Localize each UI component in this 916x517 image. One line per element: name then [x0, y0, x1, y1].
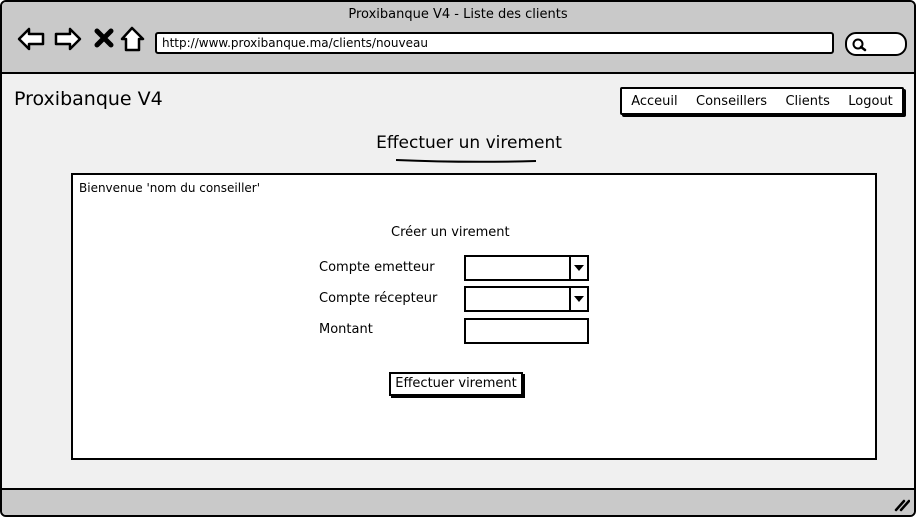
status-bar [2, 488, 914, 515]
compte-recepteur-select[interactable] [464, 286, 589, 312]
close-icon[interactable] [90, 24, 120, 54]
compte-emetteur-select[interactable] [464, 255, 589, 281]
transfer-panel: Bienvenue 'nom du conseiller' Créer un v… [71, 173, 877, 460]
search-icon [852, 38, 867, 52]
form-title: Créer un virement [391, 225, 510, 240]
label-compte-emetteur: Compte emetteur [319, 260, 435, 275]
url-bar[interactable]: http://www.proxibanque.ma/clients/nouvea… [155, 32, 834, 54]
browser-window: Proxibanque V4 - Liste des clients http:… [0, 0, 916, 517]
app-brand: Proxibanque V4 [14, 88, 163, 110]
page-title: Effectuer un virement [376, 133, 562, 153]
window-title: Proxibanque V4 - Liste des clients [348, 7, 568, 22]
main-nav: Acceuil Conseillers Clients Logout [620, 87, 904, 115]
title-underline [395, 159, 537, 163]
chevron-down-icon[interactable] [569, 288, 587, 310]
nav-item-clients[interactable]: Clients [783, 94, 831, 109]
montant-input[interactable] [464, 318, 589, 344]
welcome-text: Bienvenue 'nom du conseiller' [79, 181, 261, 195]
forward-arrow-icon[interactable] [53, 24, 83, 54]
browser-toolbar: Proxibanque V4 - Liste des clients http:… [2, 2, 914, 74]
nav-item-logout[interactable]: Logout [846, 94, 895, 109]
browser-search-field[interactable] [845, 32, 907, 56]
nav-item-conseillers[interactable]: Conseillers [694, 94, 769, 109]
label-compte-recepteur: Compte récepteur [319, 291, 438, 306]
label-montant: Montant [319, 322, 373, 337]
chevron-down-icon[interactable] [569, 257, 587, 279]
submit-transfer-button[interactable]: Effectuer virement [389, 372, 523, 396]
resize-grip-icon[interactable] [894, 498, 910, 512]
home-icon[interactable] [118, 24, 148, 54]
back-arrow-icon[interactable] [16, 24, 46, 54]
nav-item-accueil[interactable]: Acceuil [629, 94, 679, 109]
